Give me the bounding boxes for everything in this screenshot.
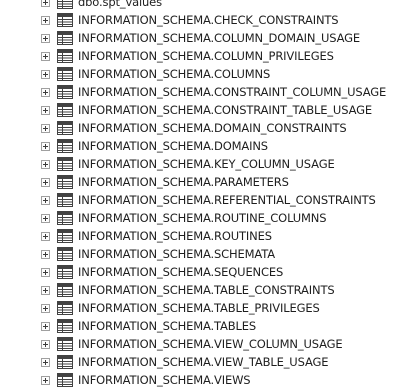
tree-node-label: INFORMATION_SCHEMA.TABLE_CONSTRAINTS bbox=[78, 283, 335, 297]
table-icon bbox=[57, 85, 73, 99]
table-icon bbox=[57, 49, 73, 63]
tree-node[interactable]: INFORMATION_SCHEMA.VIEW_COLUMN_USAGE bbox=[0, 335, 399, 353]
tree-node[interactable]: INFORMATION_SCHEMA.KEY_COLUMN_USAGE bbox=[0, 155, 399, 173]
tree-node[interactable]: INFORMATION_SCHEMA.TABLE_CONSTRAINTS bbox=[0, 281, 399, 299]
expand-node-icon[interactable] bbox=[41, 286, 50, 295]
tree-node-label: INFORMATION_SCHEMA.VIEW_TABLE_USAGE bbox=[78, 355, 329, 369]
tree-node-label: INFORMATION_SCHEMA.SCHEMATA bbox=[78, 247, 275, 261]
tree-node[interactable]: INFORMATION_SCHEMA.CHECK_CONSTRAINTS bbox=[0, 11, 399, 29]
table-icon bbox=[57, 175, 73, 189]
table-icon bbox=[57, 283, 73, 297]
table-icon bbox=[57, 157, 73, 171]
table-icon bbox=[57, 301, 73, 315]
tree-node-label: INFORMATION_SCHEMA.ROUTINE_COLUMNS bbox=[78, 211, 327, 225]
table-icon bbox=[57, 139, 73, 153]
tree-node[interactable]: INFORMATION_SCHEMA.VIEW_TABLE_USAGE bbox=[0, 353, 399, 371]
table-icon bbox=[57, 229, 73, 243]
tree-node[interactable]: INFORMATION_SCHEMA.REFERENTIAL_CONSTRAIN… bbox=[0, 191, 399, 209]
tree-node-label: INFORMATION_SCHEMA.CHECK_CONSTRAINTS bbox=[78, 13, 339, 27]
expand-node-icon[interactable] bbox=[41, 88, 50, 97]
expand-node-icon[interactable] bbox=[41, 214, 50, 223]
tree-node-label: INFORMATION_SCHEMA.TABLES bbox=[78, 319, 256, 333]
expand-node-icon[interactable] bbox=[41, 106, 50, 115]
expand-node-icon[interactable] bbox=[41, 178, 50, 187]
tree-node[interactable]: INFORMATION_SCHEMA.COLUMN_DOMAIN_USAGE bbox=[0, 29, 399, 47]
tree-node-label: INFORMATION_SCHEMA.CONSTRAINT_COLUMN_USA… bbox=[78, 85, 387, 99]
expand-node-icon[interactable] bbox=[41, 34, 50, 43]
expand-node-icon[interactable] bbox=[41, 358, 50, 367]
tree-node[interactable]: INFORMATION_SCHEMA.CONSTRAINT_TABLE_USAG… bbox=[0, 101, 399, 119]
tree-node-label: dbo.spt_values bbox=[78, 0, 162, 9]
tree-node-label: INFORMATION_SCHEMA.KEY_COLUMN_USAGE bbox=[78, 157, 335, 171]
expand-node-icon[interactable] bbox=[41, 0, 50, 7]
expand-node-icon[interactable] bbox=[41, 196, 50, 205]
tree-node-label: INFORMATION_SCHEMA.CONSTRAINT_TABLE_USAG… bbox=[78, 103, 372, 117]
tree-node-label: INFORMATION_SCHEMA.VIEWS bbox=[78, 373, 251, 387]
expand-node-icon[interactable] bbox=[41, 232, 50, 241]
tree-node[interactable]: INFORMATION_SCHEMA.TABLES bbox=[0, 317, 399, 335]
table-icon bbox=[57, 121, 73, 135]
table-icon bbox=[57, 0, 73, 9]
table-icon bbox=[57, 211, 73, 225]
tree-node[interactable]: INFORMATION_SCHEMA.ROUTINES bbox=[0, 227, 399, 245]
expand-node-icon[interactable] bbox=[41, 322, 50, 331]
tree-node[interactable]: INFORMATION_SCHEMA.SCHEMATA bbox=[0, 245, 399, 263]
table-icon bbox=[57, 67, 73, 81]
table-icon bbox=[57, 355, 73, 369]
expand-node-icon[interactable] bbox=[41, 340, 50, 349]
tree-node[interactable]: INFORMATION_SCHEMA.VIEWS bbox=[0, 371, 399, 389]
table-icon bbox=[57, 31, 73, 45]
expand-node-icon[interactable] bbox=[41, 142, 50, 151]
tree-node[interactable]: INFORMATION_SCHEMA.PARAMETERS bbox=[0, 173, 399, 191]
table-icon bbox=[57, 373, 73, 387]
expand-node-icon[interactable] bbox=[41, 304, 50, 313]
expand-node-icon[interactable] bbox=[41, 124, 50, 133]
tree-node[interactable]: dbo.spt_values bbox=[0, 0, 399, 11]
table-icon bbox=[57, 247, 73, 261]
expand-node-icon[interactable] bbox=[41, 250, 50, 259]
expand-node-icon[interactable] bbox=[41, 70, 50, 79]
tree-node-label: INFORMATION_SCHEMA.COLUMN_PRIVILEGES bbox=[78, 49, 334, 63]
tree-node[interactable]: INFORMATION_SCHEMA.DOMAIN_CONSTRAINTS bbox=[0, 119, 399, 137]
tree-node-label: INFORMATION_SCHEMA.COLUMNS bbox=[78, 67, 271, 81]
tree-node[interactable]: INFORMATION_SCHEMA.ROUTINE_COLUMNS bbox=[0, 209, 399, 227]
tree-node-label: INFORMATION_SCHEMA.VIEW_COLUMN_USAGE bbox=[78, 337, 343, 351]
tree-node-label: INFORMATION_SCHEMA.DOMAINS bbox=[78, 139, 268, 153]
tree-node[interactable]: INFORMATION_SCHEMA.TABLE_PRIVILEGES bbox=[0, 299, 399, 317]
expand-node-icon[interactable] bbox=[41, 160, 50, 169]
tree-node[interactable]: INFORMATION_SCHEMA.SEQUENCES bbox=[0, 263, 399, 281]
tree-node-label: INFORMATION_SCHEMA.TABLE_PRIVILEGES bbox=[78, 301, 320, 315]
table-icon bbox=[57, 103, 73, 117]
tree-node-label: INFORMATION_SCHEMA.REFERENTIAL_CONSTRAIN… bbox=[78, 193, 376, 207]
tree-node-label: INFORMATION_SCHEMA.COLUMN_DOMAIN_USAGE bbox=[78, 31, 360, 45]
table-icon bbox=[57, 265, 73, 279]
expand-node-icon[interactable] bbox=[41, 268, 50, 277]
table-icon bbox=[57, 13, 73, 27]
table-icon bbox=[57, 193, 73, 207]
tree-node-label: INFORMATION_SCHEMA.SEQUENCES bbox=[78, 265, 284, 279]
object-explorer-tree: dbo.spt_values INFORMATION_SCHEMA.CHECK_… bbox=[0, 0, 399, 389]
expand-node-icon[interactable] bbox=[41, 376, 50, 385]
expand-node-icon[interactable] bbox=[41, 16, 50, 25]
tree-node[interactable]: INFORMATION_SCHEMA.CONSTRAINT_COLUMN_USA… bbox=[0, 83, 399, 101]
expand-node-icon[interactable] bbox=[41, 52, 50, 61]
table-icon bbox=[57, 337, 73, 351]
tree-node-label: INFORMATION_SCHEMA.DOMAIN_CONSTRAINTS bbox=[78, 121, 347, 135]
tree-node-label: INFORMATION_SCHEMA.PARAMETERS bbox=[78, 175, 289, 189]
tree-node[interactable]: INFORMATION_SCHEMA.COLUMN_PRIVILEGES bbox=[0, 47, 399, 65]
table-icon bbox=[57, 319, 73, 333]
tree-node[interactable]: INFORMATION_SCHEMA.COLUMNS bbox=[0, 65, 399, 83]
tree-node-label: INFORMATION_SCHEMA.ROUTINES bbox=[78, 229, 272, 243]
tree-node[interactable]: INFORMATION_SCHEMA.DOMAINS bbox=[0, 137, 399, 155]
